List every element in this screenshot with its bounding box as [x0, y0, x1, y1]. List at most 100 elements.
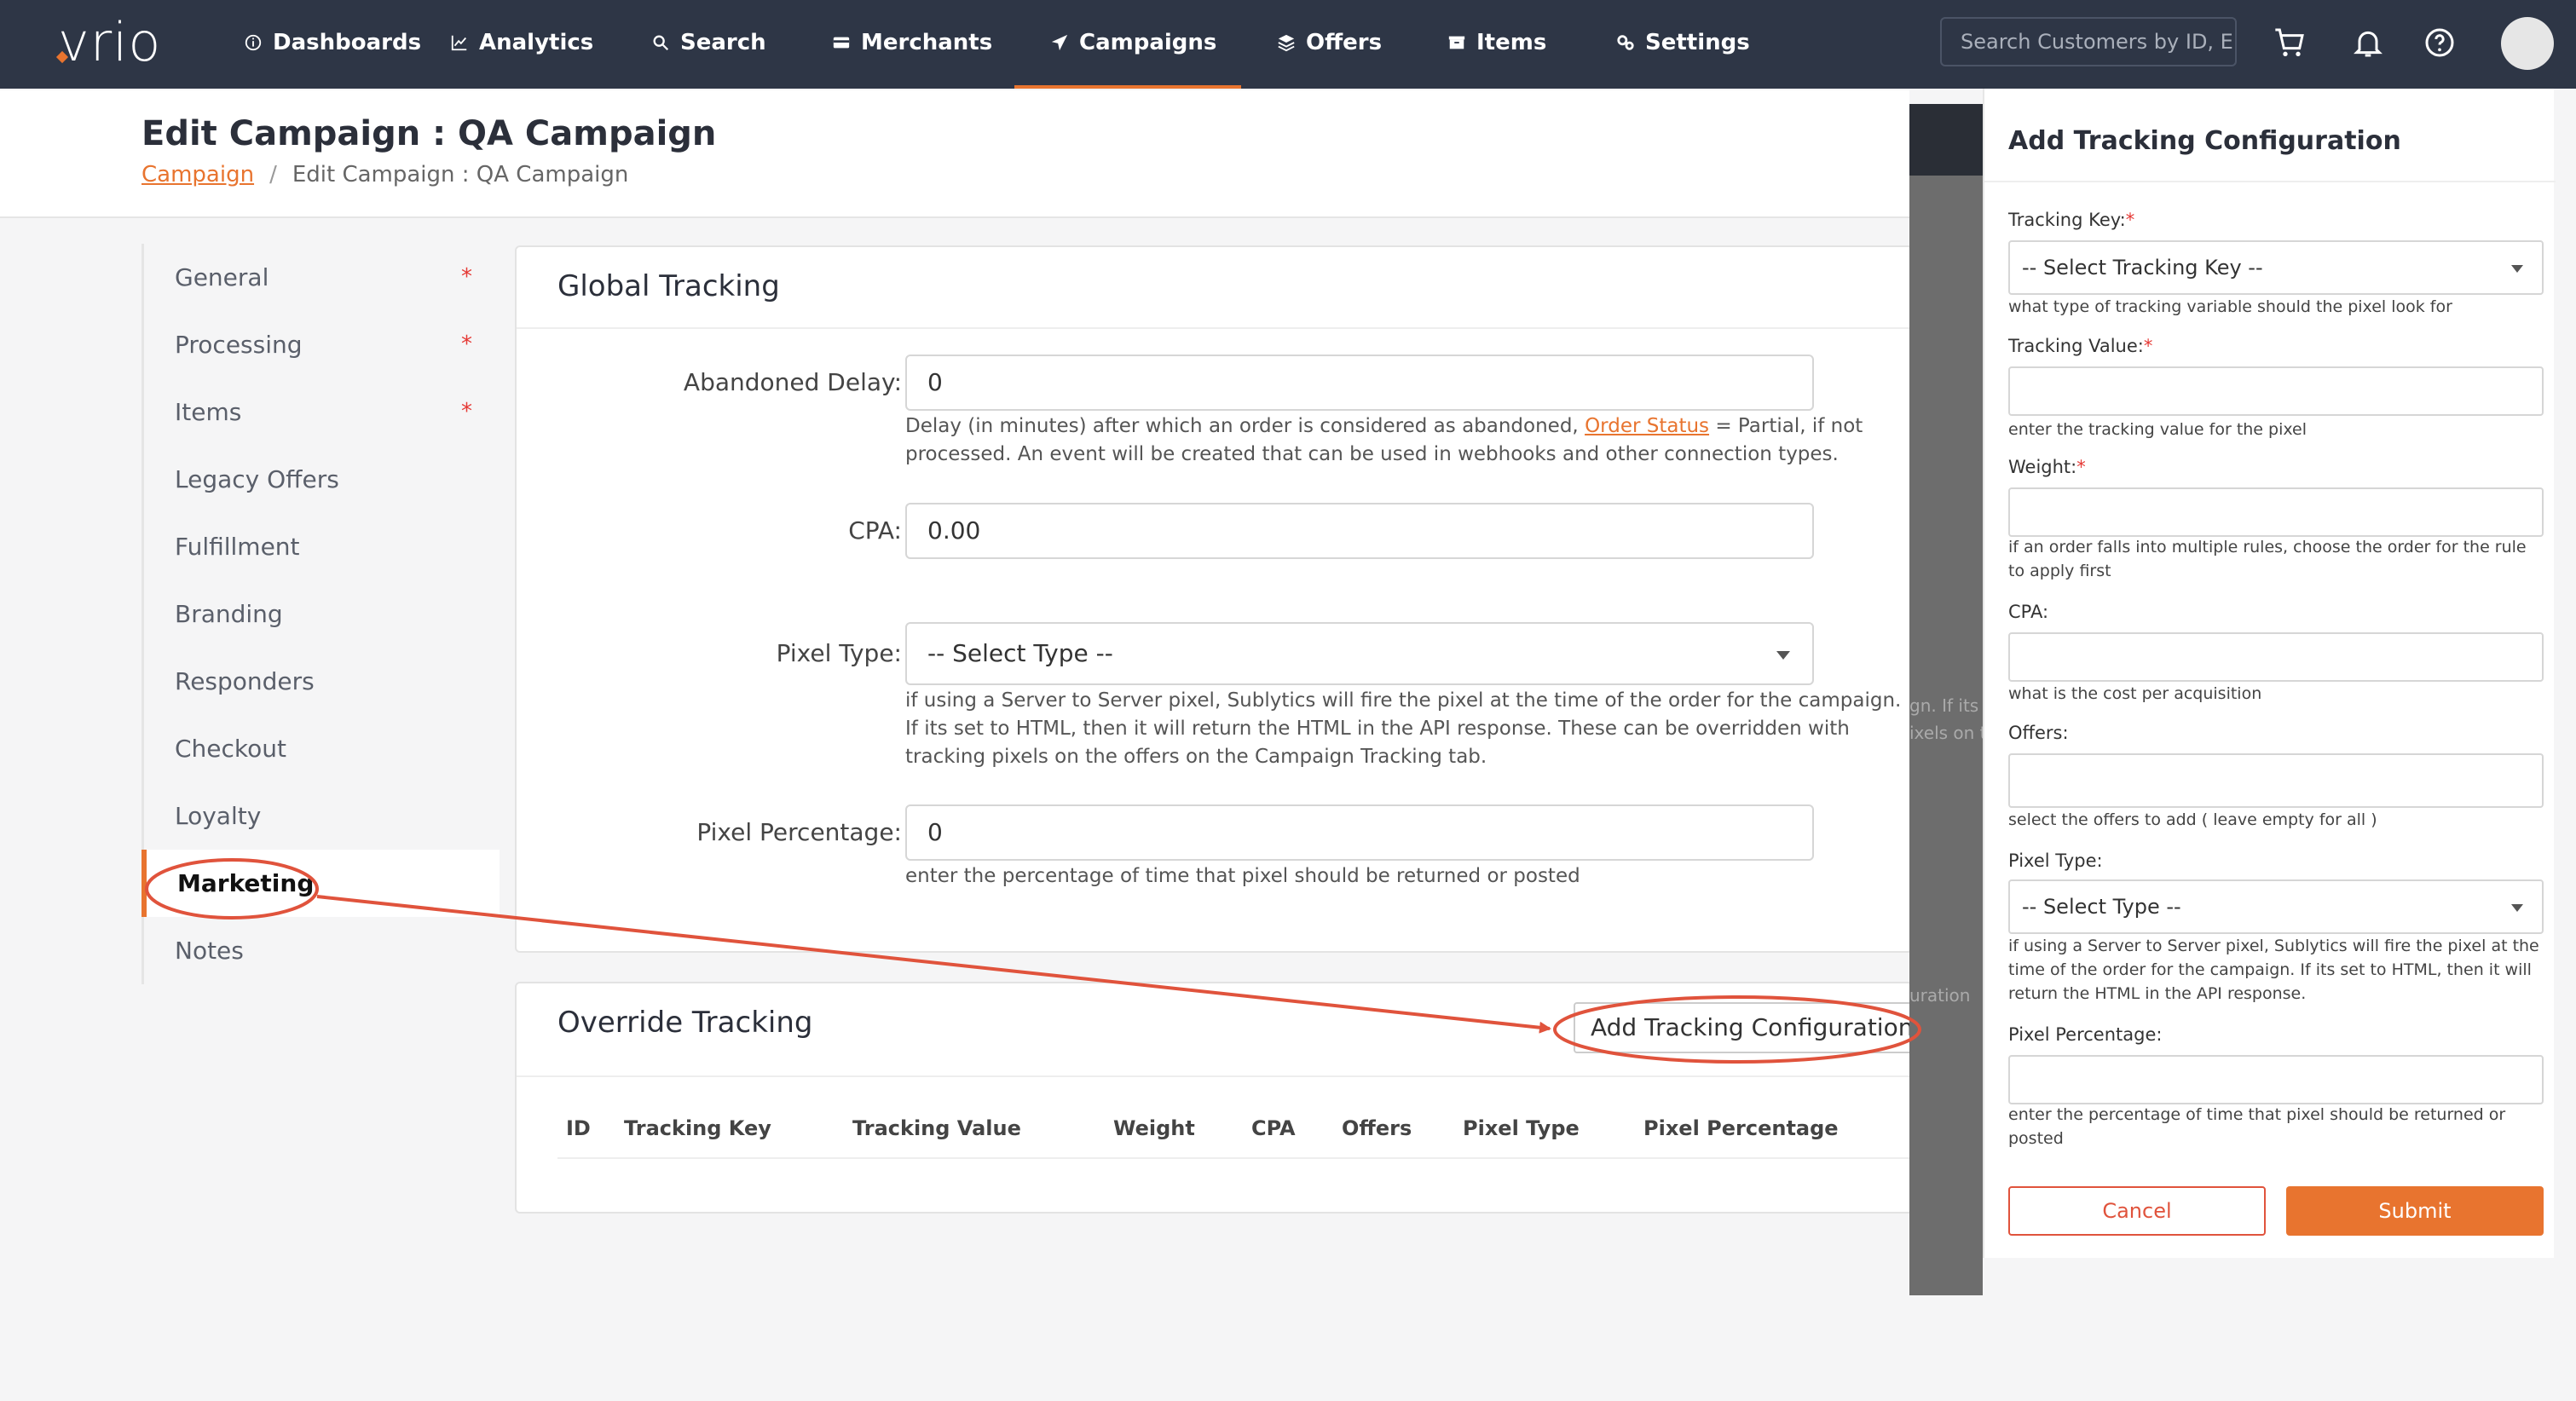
nav-analytics[interactable]: Analytics — [450, 26, 593, 60]
drawer-pixel-type-select[interactable]: -- Select Type -- — [2008, 879, 2544, 934]
drawer-pixel-percentage-help: enter the percentage of time that pixel … — [2008, 1105, 2506, 1148]
nav-search[interactable]: Search — [651, 26, 766, 60]
add-tracking-configuration-button[interactable]: Add Tracking Configuration — [1574, 1002, 1915, 1053]
sidebar-item-legacy-offers[interactable]: Legacy Offers — [142, 446, 500, 513]
col-weight: Weight — [1113, 1116, 1195, 1140]
pixel-percentage-input[interactable]: 0 — [905, 804, 1814, 861]
offers-multiselect[interactable] — [2008, 753, 2544, 808]
nav-campaigns-label: Campaigns — [1079, 30, 1217, 55]
pixel-type-label: Pixel Type: — [776, 639, 902, 667]
cart-icon[interactable] — [2273, 26, 2307, 60]
sidebar-item-fulfillment[interactable]: Fulfillment — [142, 513, 500, 580]
nav-offers-label: Offers — [1306, 30, 1383, 55]
paper-plane-icon — [1051, 34, 1068, 51]
weight-input[interactable] — [2008, 487, 2544, 537]
submit-button[interactable]: Submit — [2286, 1186, 2544, 1236]
breadcrumb-separator: / — [269, 162, 277, 187]
nav-merchants[interactable]: Merchants — [832, 26, 992, 60]
global-tracking-panel: Global Tracking Abandoned Delay: 0 Delay… — [515, 245, 1915, 953]
page-footer-space — [0, 1304, 2576, 1401]
divider — [517, 1075, 1915, 1077]
add-tracking-drawer: Add Tracking Configuration Tracking Key:… — [1983, 89, 2556, 1258]
line-chart-icon — [451, 35, 467, 51]
abandoned-delay-label: Abandoned Delay: — [683, 368, 902, 396]
nav-items[interactable]: Items — [1447, 26, 1546, 60]
cancel-button[interactable]: Cancel — [2008, 1186, 2266, 1236]
tracking-key-help: what type of tracking variable should th… — [2008, 297, 2452, 316]
tracking-key-select[interactable]: -- Select Tracking Key -- — [2008, 240, 2544, 295]
global-tracking-title: Global Tracking — [557, 269, 780, 303]
card-icon — [833, 37, 850, 49]
divider — [517, 327, 1915, 329]
box-icon — [1448, 36, 1465, 49]
divider — [1984, 181, 2556, 182]
ghost-text: gn. If its s — [1909, 695, 1993, 716]
tracking-value-input[interactable] — [2008, 366, 2544, 416]
sidebar-item-processing[interactable]: Processing * — [142, 311, 500, 378]
nav-merchants-label: Merchants — [861, 30, 993, 55]
nav-search-label: Search — [680, 30, 766, 55]
weight-help: if an order falls into multiple rules, c… — [2008, 538, 2527, 580]
pixel-type-select[interactable]: -- Select Type -- — [905, 622, 1814, 685]
modal-backdrop[interactable]: gn. If its s ixels on th uration — [1909, 104, 1997, 1295]
abandoned-delay-input[interactable]: 0 — [905, 355, 1814, 411]
sidebar-item-general[interactable]: General * — [142, 244, 500, 311]
col-tracking-value: Tracking Value — [852, 1116, 1021, 1140]
offers-help: select the offers to add ( leave empty f… — [2008, 810, 2377, 829]
chevron-down-icon — [2511, 904, 2523, 912]
ghost-text: uration — [1909, 985, 1971, 1006]
nav-dashboards-label: Dashboards — [273, 30, 422, 55]
chevron-down-icon — [1776, 651, 1790, 660]
drawer-title: Add Tracking Configuration — [2008, 126, 2401, 156]
active-tab-indicator — [1014, 85, 1241, 89]
sidebar-item-marketing[interactable]: Marketing — [142, 850, 500, 917]
page-header: Edit Campaign : QA Campaign Campaign / Edi… — [0, 90, 1909, 218]
nav-analytics-label: Analytics — [479, 30, 594, 55]
cpa-label: CPA: — [848, 516, 902, 545]
nav-campaigns[interactable]: Campaigns — [1050, 26, 1216, 60]
col-pixel-percentage: Pixel Percentage — [1643, 1116, 1839, 1140]
tracking-key-label: Tracking Key:* — [2008, 210, 2135, 230]
sidebar-item-notes[interactable]: Notes — [142, 917, 500, 984]
sidebar-item-loyalty[interactable]: Loyalty — [142, 782, 500, 850]
cpa-input[interactable]: 0.00 — [905, 503, 1814, 559]
cpa-label: CPA: — [2008, 602, 2049, 622]
weight-label: Weight:* — [2008, 457, 2086, 477]
drawer-pixel-percentage-input[interactable] — [2008, 1055, 2544, 1104]
sidebar-item-items[interactable]: Items * — [142, 378, 500, 446]
bell-icon[interactable] — [2351, 26, 2385, 60]
pixel-percentage-label: Pixel Percentage: — [696, 818, 902, 846]
info-circle-icon — [245, 34, 262, 51]
user-avatar[interactable] — [2501, 17, 2554, 70]
cpa-help: what is the cost per acquisition — [2008, 684, 2262, 703]
offers-label: Offers: — [2008, 723, 2069, 743]
customer-search-input[interactable]: Search Customers by ID, En — [1940, 17, 2237, 66]
sidebar-item-branding[interactable]: Branding — [142, 580, 500, 648]
help-icon[interactable] — [2423, 26, 2457, 60]
override-tracking-title: Override Tracking — [557, 1006, 813, 1040]
col-offers: Offers — [1342, 1116, 1412, 1140]
table-header-divider — [557, 1157, 1913, 1159]
drawer-pixel-percentage-label: Pixel Percentage: — [2008, 1024, 2163, 1045]
abandoned-delay-help: Delay (in minutes) after which an order … — [905, 415, 1863, 465]
sidebar-item-responders[interactable]: Responders — [142, 648, 500, 715]
backdrop-band — [1909, 104, 1983, 176]
col-id: ID — [566, 1116, 591, 1140]
nav-settings-label: Settings — [1645, 30, 1750, 55]
top-navbar: vrio Dashboards Analytics Search Merchan… — [0, 0, 2576, 89]
layers-icon — [1278, 34, 1295, 52]
nav-items-label: Items — [1476, 30, 1547, 55]
pixel-percentage-help: enter the percentage of time that pixel … — [905, 865, 1580, 887]
nav-settings[interactable]: Settings — [1616, 26, 1750, 60]
order-status-link[interactable]: Order Status — [1585, 415, 1709, 437]
gears-icon — [1617, 35, 1634, 50]
col-tracking-key: Tracking Key — [624, 1116, 771, 1140]
vrio-logo[interactable]: vrio — [55, 15, 161, 70]
breadcrumb-campaign-link[interactable]: Campaign — [142, 162, 254, 187]
search-icon — [653, 35, 669, 51]
tracking-value-help: enter the tracking value for the pixel — [2008, 420, 2307, 439]
nav-dashboards[interactable]: Dashboards — [244, 26, 421, 60]
sidebar-item-checkout[interactable]: Checkout — [142, 715, 500, 782]
nav-offers[interactable]: Offers — [1277, 26, 1382, 60]
drawer-cpa-input[interactable] — [2008, 632, 2544, 682]
